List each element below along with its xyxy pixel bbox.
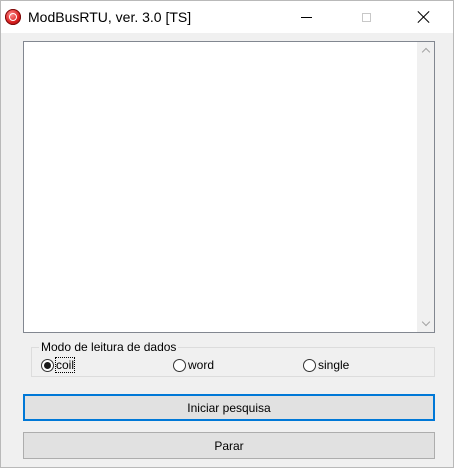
radio-word[interactable]: word — [173, 357, 214, 373]
output-log-textbox[interactable] — [23, 41, 435, 333]
scroll-down-button[interactable] — [417, 315, 434, 332]
minimize-icon — [300, 16, 312, 18]
radio-button-unchecked[interactable] — [173, 358, 186, 372]
radio-button-unchecked[interactable] — [303, 358, 316, 372]
vertical-scrollbar[interactable] — [417, 42, 434, 332]
radio-single[interactable]: single — [303, 357, 349, 373]
app-window: ModBusRTU, ver. 3.0 [TS] Modo de leitura… — [0, 0, 454, 468]
stop-button[interactable]: Parar — [23, 432, 435, 459]
minimize-button[interactable] — [283, 1, 329, 33]
close-button[interactable] — [401, 1, 447, 33]
app-logo-icon[interactable] — [5, 9, 21, 25]
scroll-up-button[interactable] — [417, 42, 434, 59]
maximize-icon — [361, 12, 371, 22]
chevron-down-icon — [421, 317, 430, 327]
title-bar[interactable]: ModBusRTU, ver. 3.0 [TS] — [1, 1, 453, 33]
radio-coil-label: coil — [54, 357, 76, 373]
read-mode-legend: Modo de leitura de dados — [39, 340, 179, 354]
close-icon — [417, 10, 431, 24]
maximize-button[interactable] — [343, 1, 389, 33]
radio-button-checked[interactable] — [41, 358, 54, 372]
start-search-button[interactable]: Iniciar pesquisa — [23, 394, 435, 421]
radio-coil[interactable]: coil — [41, 357, 76, 373]
radio-single-label: single — [318, 358, 350, 372]
window-title: ModBusRTU, ver. 3.0 [TS] — [28, 9, 192, 25]
chevron-up-icon — [421, 47, 430, 57]
radio-word-label: word — [188, 358, 215, 372]
